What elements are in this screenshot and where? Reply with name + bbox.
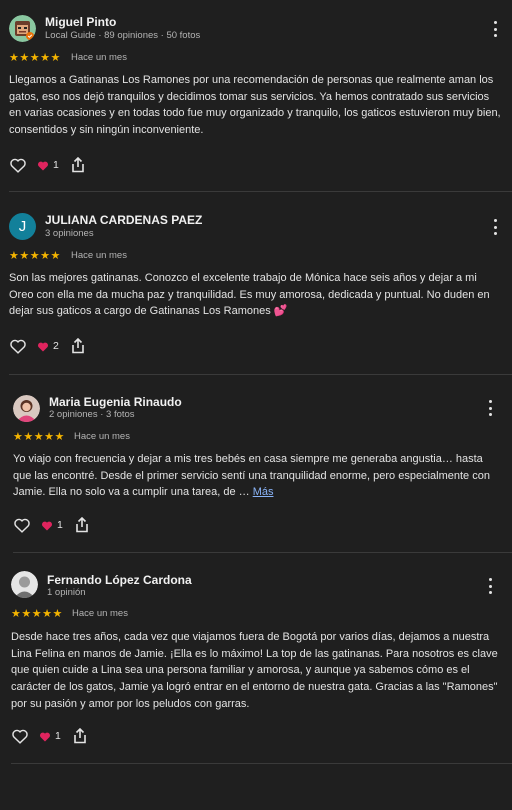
more-vert-icon[interactable]: [490, 219, 500, 235]
review-text: Llegamos a Gatinanas Los Ramones por una…: [9, 74, 501, 137]
review-time: Hace un mes: [71, 250, 127, 261]
avatar[interactable]: [11, 571, 38, 598]
divider: [11, 763, 512, 764]
heart-red-icon: [38, 161, 48, 170]
star-rating: ★★★★★: [11, 608, 63, 620]
reaction-count[interactable]: 1: [37, 159, 59, 171]
review-text: Yo viajo con frecuencia y dejar a mis tr…: [13, 451, 501, 501]
heart-count: 1: [53, 159, 59, 171]
reviewer-name[interactable]: Maria Eugenia Rinaudo: [49, 395, 182, 409]
review-text-content: Yo viajo con frecuencia y dejar a mis tr…: [13, 453, 490, 499]
review-text: Son las mejores gatinanas. Conozco el ex…: [9, 272, 490, 318]
share-icon[interactable]: [71, 157, 85, 173]
reviewer-meta[interactable]: Local Guide · 89 opiniones · 50 fotos: [45, 30, 200, 41]
reviewer-name[interactable]: Fernando López Cardona: [47, 573, 192, 587]
review-actions: 1: [13, 516, 89, 534]
avatar-image-icon: [11, 571, 38, 598]
heart-red-icon: [42, 521, 52, 530]
avatar[interactable]: [9, 15, 36, 42]
review-actions: 2: [9, 337, 85, 355]
heart-count: 1: [57, 519, 63, 531]
avatar-letter: J: [18, 218, 27, 235]
review-time: Hace un mes: [74, 431, 130, 442]
review-card-3: Maria Eugenia Rinaudo 2 opiniones · 3 fo…: [0, 378, 512, 552]
heart-outline-icon[interactable]: [11, 728, 29, 744]
heart-count: 1: [55, 730, 61, 742]
review-card-1: Miguel Pinto Local Guide · 89 opiniones …: [0, 0, 512, 192]
star-rating: ★★★★★: [9, 250, 61, 262]
reviewer-meta[interactable]: 2 opiniones · 3 fotos: [49, 409, 135, 420]
review-actions: 1: [9, 156, 85, 174]
share-icon[interactable]: [75, 517, 89, 533]
star-rating: ★★★★★: [13, 431, 65, 443]
avatar-image-icon: [13, 395, 40, 422]
heart-red-icon: [38, 342, 48, 351]
divider: [9, 191, 512, 192]
more-vert-icon[interactable]: [490, 21, 500, 37]
share-icon[interactable]: [73, 728, 87, 744]
reaction-count[interactable]: 2: [37, 340, 59, 352]
review-text: Desde hace tres años, cada vez que viaja…: [11, 631, 498, 710]
heart-outline-icon[interactable]: [9, 338, 27, 354]
reviewer-meta[interactable]: 1 opinión: [47, 587, 86, 598]
reviewer-name[interactable]: JULIANA CARDENAS PAEZ: [45, 213, 202, 227]
divider: [9, 374, 512, 375]
avatar-image-icon: [9, 15, 36, 42]
avatar[interactable]: [13, 395, 40, 422]
review-card-4: Fernando López Cardona 1 opinión ★★★★★ H…: [0, 556, 512, 766]
heart-red-icon: [40, 732, 50, 741]
heart-outline-icon[interactable]: [9, 157, 27, 173]
reviewer-meta[interactable]: 3 opiniones: [45, 228, 94, 239]
more-vert-icon[interactable]: [485, 578, 495, 594]
star-rating: ★★★★★: [9, 52, 61, 64]
divider: [13, 552, 512, 553]
reaction-count[interactable]: 1: [41, 519, 63, 531]
review-time: Hace un mes: [72, 608, 128, 619]
more-vert-icon[interactable]: [485, 400, 495, 416]
read-more-link[interactable]: Más: [253, 486, 274, 498]
review-actions: 1: [11, 727, 87, 745]
review-time: Hace un mes: [71, 52, 127, 63]
reaction-count[interactable]: 1: [39, 730, 61, 742]
heart-outline-icon[interactable]: [13, 517, 31, 533]
heart-count: 2: [53, 340, 59, 352]
avatar[interactable]: J: [9, 213, 36, 240]
review-card-2: J JULIANA CARDENAS PAEZ 3 opiniones ★★★★…: [0, 196, 512, 374]
reviewer-name[interactable]: Miguel Pinto: [45, 15, 116, 29]
share-icon[interactable]: [71, 338, 85, 354]
